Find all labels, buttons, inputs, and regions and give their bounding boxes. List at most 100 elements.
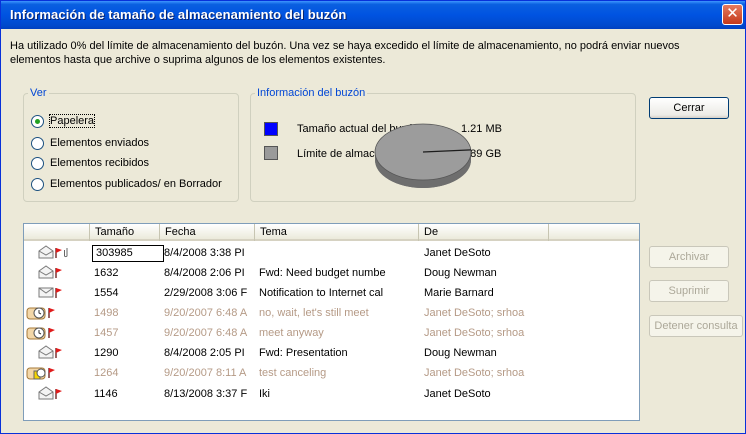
radio-label-enviados: Elementos enviados: [50, 137, 150, 149]
flag-icon: [48, 368, 55, 378]
cell-subject: Iki: [259, 388, 270, 400]
cell-date: 2/29/2008 3:06 F: [164, 287, 248, 299]
envelope-open-icon: [38, 386, 54, 400]
row-icons: [24, 384, 88, 404]
row-icons: [24, 243, 88, 263]
cell-date: 8/4/2008 2:06 PI: [164, 267, 245, 279]
flag-icon: [55, 248, 62, 258]
envelope-icon: [38, 287, 54, 298]
cell-from: Janet DeSoto; srhoa: [424, 307, 525, 319]
current-size-swatch: [264, 122, 278, 136]
cell-subject: meet anyway: [259, 327, 324, 339]
cell-from: Doug Newman: [424, 347, 497, 359]
column-from[interactable]: De: [419, 224, 549, 241]
radio-button-checked[interactable]: [31, 115, 44, 128]
column-filler: [549, 224, 639, 241]
cell-date: 8/13/2008 3:37 F: [164, 388, 248, 400]
radio-button[interactable]: [31, 157, 44, 170]
table-row[interactable]: 1498 9/20/2007 6:48 A no, wait, let's stil…: [24, 303, 639, 323]
flag-icon: [55, 348, 62, 358]
flag-icon-wrap: [48, 367, 56, 382]
row-icons: [24, 303, 88, 323]
table-row[interactable]: 303985 8/4/2008 3:38 PI Janet DeSoto: [24, 243, 639, 263]
title-bar[interactable]: Información de tamaño de almacenamiento …: [1, 1, 745, 29]
envelope-open-icon: [38, 345, 54, 359]
table-row[interactable]: 1290 8/4/2008 2:05 PI Fwd: Presentation Dou…: [24, 343, 639, 363]
row-icons: [24, 323, 88, 343]
meeting-clock-icon-wrap: [26, 325, 48, 344]
table-row[interactable]: 1146 8/13/2008 3:37 F Iki Janet DeSoto: [24, 384, 639, 404]
radio-label-papelera: Papelera: [48, 114, 96, 128]
radio-label-recibidos: Elementos recibidos: [50, 157, 150, 169]
flag-icon: [48, 308, 55, 318]
cell-subject: Notification to Internet cal: [259, 287, 384, 299]
table-row[interactable]: 1632 8/4/2008 2:06 PI Fwd: Need budget num…: [24, 263, 639, 283]
cell-size: 303985: [92, 245, 164, 262]
flag-icon: [55, 268, 62, 278]
cell-size: 1554: [94, 287, 119, 299]
cell-size: 1146: [94, 388, 118, 400]
cell-size: 1264: [94, 367, 119, 379]
cell-from: Janet DeSoto; srhoa: [424, 367, 525, 379]
cell-size: 1457: [94, 327, 119, 339]
envelope-open-icon-wrap: [38, 265, 54, 282]
cell-subject: no, wait, let's still meet: [259, 307, 369, 319]
close-button[interactable]: Cerrar: [649, 97, 729, 119]
envelope-icon-wrap: [38, 285, 54, 302]
flag-icon-wrap: [55, 388, 63, 403]
flag-icon-wrap: [55, 247, 63, 262]
usage-description: Ha utilizado 0% del límite de almacenami…: [10, 40, 680, 66]
row-icons: [24, 283, 88, 303]
cell-subject: [259, 246, 419, 261]
usage-pie-chart: [374, 123, 472, 188]
flag-icon-wrap: [55, 347, 63, 362]
column-icons[interactable]: [24, 224, 90, 241]
flag-icon-wrap: [55, 267, 63, 282]
column-subject[interactable]: Tema: [255, 224, 419, 241]
column-size[interactable]: Tamaño: [90, 224, 160, 241]
cell-date: 9/20/2007 6:48 A: [164, 307, 248, 319]
cell-size: 1632: [94, 267, 119, 279]
mailbox-size-dialog: Información de tamaño de almacenamiento …: [0, 0, 746, 434]
row-icons: [24, 363, 88, 383]
close-window-button[interactable]: ✕: [722, 4, 743, 25]
row-icons: [24, 263, 88, 283]
flag-icon-wrap: [48, 307, 56, 322]
column-date[interactable]: Fecha: [160, 224, 255, 241]
row-icons: [24, 343, 88, 363]
envelope-open-icon: [38, 265, 54, 279]
cell-subject: Fwd: Presentation: [259, 347, 348, 359]
cell-from: Doug Newman: [424, 267, 497, 279]
flag-icon: [55, 288, 62, 298]
radio-label-publicados: Elementos publicados/ en Borrador: [50, 178, 222, 190]
mailbox-info-legend: Información del buzón: [257, 87, 366, 99]
flag-icon: [48, 328, 55, 338]
cell-from: Marie Barnard: [424, 287, 494, 299]
cell-subject: Fwd: Need budget numbe: [259, 267, 386, 279]
meeting-clock-orange-icon-wrap: [26, 305, 48, 324]
list-header: Tamaño Fecha Tema De: [24, 224, 639, 241]
envelope-open-icon-wrap: [38, 245, 54, 262]
cell-subject: test canceling: [259, 367, 327, 379]
radio-button[interactable]: [31, 178, 44, 191]
envelope-open-icon-wrap: [38, 386, 54, 403]
stop-query-button[interactable]: Detener consulta: [649, 315, 743, 337]
envelope-open-icon-wrap: [38, 345, 54, 362]
meeting-clock-icon: [26, 327, 46, 340]
cell-from: Janet DeSoto: [424, 388, 491, 400]
radio-button[interactable]: [31, 137, 44, 150]
table-row[interactable]: 1264 9/20/2007 8:11 A test canceling Janet …: [24, 363, 639, 383]
table-row[interactable]: 1554 2/29/2008 3:06 F Notification to Inte…: [24, 283, 639, 303]
attachment-icon: [64, 248, 68, 258]
view-group-legend: Ver: [30, 87, 47, 99]
delete-button[interactable]: Suprimir: [649, 280, 729, 302]
cell-from: Janet DeSoto: [424, 247, 491, 259]
dialog-title: Información de tamaño de almacenamiento …: [10, 7, 347, 22]
cell-date: 9/20/2007 8:11 A: [164, 367, 247, 379]
attachment-icon-wrap: [64, 247, 70, 262]
meeting-clock-icon: [26, 307, 46, 320]
meeting-canceled-icon: [26, 367, 46, 380]
table-row[interactable]: 1457 9/20/2007 6:48 A meet anyway Janet DeS…: [24, 323, 639, 343]
archive-button[interactable]: Archivar: [649, 246, 729, 268]
items-list[interactable]: Tamaño Fecha Tema De 303985 8/4/2008 3:38…: [23, 223, 640, 421]
